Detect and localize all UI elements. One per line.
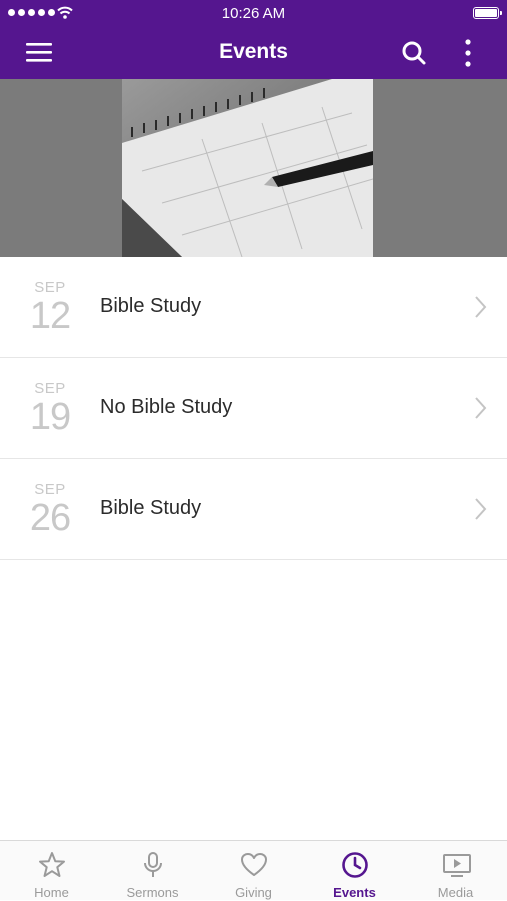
- chevron-right-icon: [475, 397, 487, 419]
- battery-icon: [473, 7, 502, 19]
- more-options-button[interactable]: [455, 38, 481, 68]
- tab-home[interactable]: Home: [1, 841, 102, 901]
- tab-sermons[interactable]: Sermons: [102, 841, 203, 901]
- tab-giving[interactable]: Giving: [203, 841, 304, 901]
- event-date: SEP 19: [0, 358, 100, 458]
- search-icon: [402, 41, 426, 65]
- event-date: SEP 26: [0, 459, 100, 559]
- chevron-right-icon: [475, 498, 487, 520]
- search-button[interactable]: [398, 38, 430, 68]
- more-vertical-icon: [465, 39, 471, 67]
- event-month: SEP: [34, 481, 66, 498]
- tab-events[interactable]: Events: [304, 841, 405, 901]
- chevron-right-icon: [475, 296, 487, 318]
- tab-media[interactable]: Media: [405, 841, 506, 901]
- event-day: 26: [29, 497, 71, 539]
- page-title: Events: [219, 40, 288, 63]
- events-list: SEP 12 Bible Study SEP 19 No Bible Study…: [0, 257, 507, 560]
- status-bar: 10:26 AM: [0, 0, 507, 26]
- event-row[interactable]: SEP 12 Bible Study: [0, 257, 507, 358]
- clock-icon: [342, 852, 368, 878]
- event-row[interactable]: SEP 26 Bible Study: [0, 459, 507, 560]
- tab-label: Events: [333, 885, 376, 900]
- play-screen-icon: [443, 854, 471, 877]
- event-title: No Bible Study: [100, 396, 233, 418]
- calendar-photo: [122, 79, 373, 257]
- event-row[interactable]: SEP 19 No Bible Study: [0, 358, 507, 459]
- heart-icon: [241, 853, 267, 876]
- microphone-icon: [144, 852, 162, 877]
- event-day: 19: [29, 396, 71, 438]
- tab-label: Media: [437, 885, 474, 900]
- event-date: SEP 12: [0, 257, 100, 357]
- tab-label: Giving: [235, 885, 272, 900]
- tab-label: Sermons: [126, 885, 179, 900]
- event-title: Bible Study: [100, 497, 202, 519]
- events-banner: [0, 79, 507, 257]
- status-time: 10:26 AM: [221, 5, 286, 22]
- tab-bar: Home Sermons Giving Events Media: [0, 840, 507, 900]
- tab-label: Home: [34, 885, 69, 900]
- event-month: SEP: [34, 380, 66, 397]
- event-title: Bible Study: [100, 295, 202, 317]
- nav-bar: Events: [0, 26, 507, 79]
- event-month: SEP: [34, 279, 66, 296]
- event-day: 12: [29, 295, 71, 337]
- star-icon: [39, 852, 65, 877]
